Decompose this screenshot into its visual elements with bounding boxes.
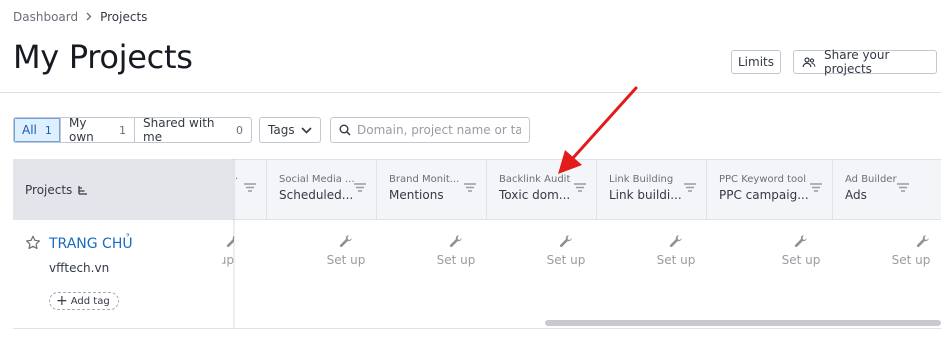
- column-metric-name: Ads: [845, 188, 867, 202]
- setup-cell-backlink-audit[interactable]: Set up: [511, 220, 621, 328]
- wrench-icon: [916, 234, 930, 248]
- setup-cell-ppc-keyword-tool[interactable]: Set up: [746, 220, 856, 328]
- setup-label: Set up: [436, 253, 476, 267]
- search-input[interactable]: [357, 123, 521, 137]
- filter-all-label: All: [22, 123, 37, 137]
- wrench-icon: [669, 234, 683, 248]
- people-icon: [802, 56, 816, 68]
- wrench-icon: [449, 234, 463, 248]
- setup-label: Set up: [326, 253, 366, 267]
- setup-label: Set up: [656, 253, 696, 267]
- header-divider: [0, 92, 941, 93]
- filter-icon[interactable]: [810, 183, 822, 192]
- search-icon: [339, 124, 351, 136]
- column-header-ad-builder[interactable]: Ad Builder Ads: [832, 160, 941, 219]
- project-name-link[interactable]: TRANG CHỦ: [49, 236, 133, 252]
- filter-icon[interactable]: [244, 183, 256, 192]
- frozen-column-shadow: [233, 159, 236, 329]
- filter-my-own-label: My own: [69, 117, 94, 143]
- limits-button[interactable]: Limits: [731, 50, 781, 74]
- tags-label: Tags: [268, 123, 295, 137]
- tags-dropdown[interactable]: Tags: [259, 117, 321, 143]
- setup-label: Set up: [891, 253, 931, 267]
- filter-icon[interactable]: [354, 183, 366, 192]
- breadcrumb: Dashboard Projects: [13, 10, 147, 24]
- filter-shared-label: Shared with me: [143, 117, 215, 143]
- share-projects-button[interactable]: Share your projects: [793, 48, 937, 76]
- add-tag-button[interactable]: + Add tag: [49, 292, 119, 310]
- setup-cell-ad-builder[interactable]: Set up: [861, 220, 941, 328]
- ownership-filter: All 1 My own 1 Shared with me 0: [13, 117, 252, 143]
- column-header-social-media[interactable]: Social Media ... Scheduled...: [266, 160, 376, 219]
- share-button-label: Share your projects: [824, 48, 890, 76]
- column-tool-name: Ad Builder: [845, 174, 897, 185]
- chevron-right-icon: [86, 11, 92, 24]
- filter-my-own-count: 1: [119, 123, 126, 137]
- column-header-link-building[interactable]: Link Building Link buildi...: [596, 160, 706, 219]
- filter-icon[interactable]: [684, 183, 696, 192]
- filter-all-count: 1: [44, 123, 52, 137]
- filter-shared-count: 0: [236, 123, 243, 137]
- wrench-icon: [794, 234, 808, 248]
- project-search: [330, 117, 530, 143]
- filter-icon[interactable]: [574, 183, 586, 192]
- column-header-brand-monitoring[interactable]: Brand Monit... Mentions: [376, 160, 486, 219]
- row-divider: [13, 328, 941, 329]
- setup-label: Set up: [781, 253, 821, 267]
- filter-shared-with-me[interactable]: Shared with me 0: [135, 118, 251, 142]
- setup-cell-brand-monitoring[interactable]: Set up: [401, 220, 511, 328]
- column-header-backlink-audit[interactable]: Backlink Audit Toxic dom...: [486, 160, 596, 219]
- project-cell: TRANG CHỦ vfftech.vn + Add tag: [13, 220, 233, 328]
- sort-icon[interactable]: [78, 185, 88, 195]
- add-tag-label: Add tag: [70, 295, 110, 307]
- filter-my-own[interactable]: My own 1: [61, 118, 135, 142]
- wrench-icon: [339, 234, 353, 248]
- breadcrumb-current: Projects: [100, 10, 148, 24]
- star-icon[interactable]: [25, 235, 41, 251]
- page-title: My Projects: [13, 38, 193, 76]
- plus-icon: +: [56, 293, 68, 309]
- column-header-ppc-keyword-tool[interactable]: PPC Keyword tool PPC campaig...: [706, 160, 832, 219]
- wrench-icon: [559, 234, 573, 248]
- projects-header-label: Projects: [25, 182, 73, 197]
- filter-icon[interactable]: [897, 183, 909, 192]
- setup-cell-link-building[interactable]: Set up: [621, 220, 731, 328]
- horizontal-scrollbar[interactable]: [545, 320, 941, 326]
- project-domain: vfftech.vn: [49, 261, 110, 275]
- projects-column-header[interactable]: Projects: [13, 159, 233, 220]
- filter-icon[interactable]: [464, 183, 476, 192]
- chevron-down-icon: [301, 126, 312, 134]
- filter-all[interactable]: All 1: [14, 118, 61, 142]
- setup-label: Set up: [546, 253, 586, 267]
- breadcrumb-dashboard-link[interactable]: Dashboard: [13, 10, 78, 24]
- setup-cell-social-media[interactable]: Set up: [291, 220, 401, 328]
